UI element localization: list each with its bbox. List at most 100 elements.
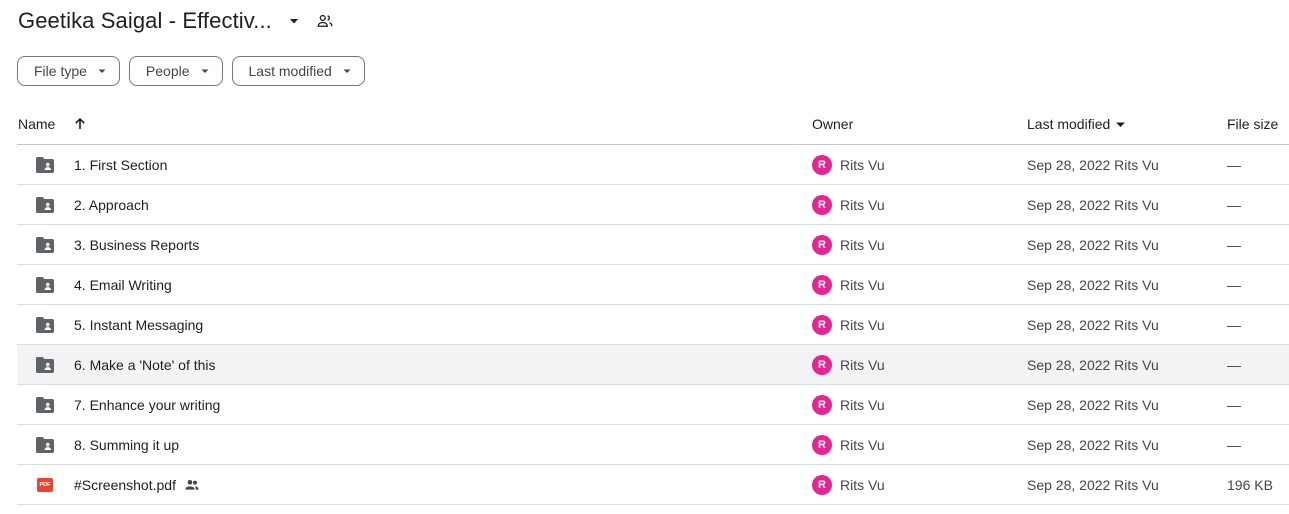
table-row[interactable]: 2. Approach R Rits Vu Sep 28, 2022 Rits Vu — (17, 185, 1289, 225)
file-icon-cell (35, 345, 55, 384)
owner-name: Rits Vu (840, 476, 885, 493)
owner-name: Rits Vu (840, 316, 885, 333)
size-cell: — (1227, 145, 1241, 184)
modified-value: Sep 28, 2022 Rits Vu (1027, 356, 1159, 373)
owner-name: Rits Vu (840, 396, 885, 413)
modified-value: Sep 28, 2022 Rits Vu (1027, 276, 1159, 293)
file-size-value: 196 KB (1227, 476, 1273, 493)
avatar: R (812, 274, 832, 295)
column-owner[interactable]: Owner (812, 104, 853, 144)
column-last-modified[interactable]: Last modified (1027, 104, 1126, 144)
shared-folder-icon (35, 356, 55, 374)
owner-name: Rits Vu (840, 436, 885, 453)
file-name[interactable]: 5. Instant Messaging (74, 317, 203, 333)
column-file-size-label: File size (1227, 116, 1279, 132)
table-row[interactable]: 4. Email Writing R Rits Vu Sep 28, 2022 Rit… (17, 265, 1289, 305)
owner-cell: R Rits Vu (812, 345, 885, 384)
file-name-cell: 5. Instant Messaging (74, 305, 203, 344)
modified-cell: Sep 28, 2022 Rits Vu (1027, 465, 1159, 504)
avatar: R (812, 194, 832, 215)
avatar: R (812, 314, 832, 335)
file-name-cell: 2. Approach (74, 185, 149, 224)
table-row[interactable]: 8. Summing it up R Rits Vu Sep 28, 2022 Rit… (17, 425, 1289, 465)
table-row[interactable]: 7. Enhance your writing R Rits Vu Sep 28, 2… (17, 385, 1289, 425)
owner-name: Rits Vu (840, 236, 885, 253)
shared-folder-icon (35, 196, 55, 214)
modified-cell: Sep 28, 2022 Rits Vu (1027, 185, 1159, 224)
file-name[interactable]: 7. Enhance your writing (74, 397, 220, 413)
modified-cell: Sep 28, 2022 Rits Vu (1027, 305, 1159, 344)
modified-cell: Sep 28, 2022 Rits Vu (1027, 225, 1159, 264)
table-row[interactable]: 5. Instant Messaging R Rits Vu Sep 28, 2022… (17, 305, 1289, 345)
file-name-cell: 3. Business Reports (74, 225, 199, 264)
table-row[interactable]: 3. Business Reports R Rits Vu Sep 28, 2022 … (17, 225, 1289, 265)
file-name-cell: 8. Summing it up (74, 425, 179, 464)
modified-cell: Sep 28, 2022 Rits Vu (1027, 265, 1159, 304)
file-icon-cell (35, 305, 55, 344)
chevron-down-icon[interactable] (282, 9, 306, 33)
owner-name: Rits Vu (840, 196, 885, 213)
column-name[interactable]: Name (18, 104, 87, 144)
file-name[interactable]: 6. Make a 'Note' of this (74, 357, 216, 373)
filter-label: Last modified (248, 63, 332, 79)
file-size-value: — (1227, 196, 1241, 213)
avatar: R (812, 354, 832, 375)
file-name-cell: 7. Enhance your writing (74, 385, 220, 424)
owner-cell: R Rits Vu (812, 305, 885, 344)
file-name-cell: 6. Make a 'Note' of this (74, 345, 216, 384)
file-name-cell: 4. Email Writing (74, 265, 172, 304)
last-modified-filter[interactable]: Last modified (231, 56, 365, 86)
size-cell: — (1227, 265, 1241, 304)
owner-cell: R Rits Vu (812, 145, 885, 184)
file-name[interactable]: #Screenshot.pdf (74, 477, 176, 493)
size-cell: — (1227, 225, 1241, 264)
owner-cell: R Rits Vu (812, 465, 885, 504)
file-type-filter[interactable]: File type (17, 56, 120, 86)
shared-folder-icon (35, 156, 55, 174)
owner-cell: R Rits Vu (812, 185, 885, 224)
shared-folder-icon (35, 436, 55, 454)
owner-name: Rits Vu (840, 156, 885, 173)
file-name[interactable]: 2. Approach (74, 197, 149, 213)
file-icon-cell (35, 185, 55, 224)
shared-folder-icon (35, 236, 55, 254)
modified-value: Sep 28, 2022 Rits Vu (1027, 436, 1159, 453)
table-row[interactable]: 6. Make a 'Note' of this R Rits Vu Sep 28, … (17, 345, 1289, 385)
arrow-up-icon[interactable] (73, 117, 87, 131)
file-name[interactable]: 3. Business Reports (74, 237, 199, 253)
chevron-down-icon (97, 66, 107, 76)
table-row[interactable]: 1. First Section R Rits Vu Sep 28, 2022 Rit… (17, 145, 1289, 185)
chevron-down-icon (342, 66, 352, 76)
owner-cell: R Rits Vu (812, 425, 885, 464)
file-name-cell: 1. First Section (74, 145, 167, 184)
filter-bar: File type People Last modified (17, 56, 365, 86)
column-file-size[interactable]: File size (1227, 104, 1278, 144)
page-title[interactable]: Geetika Saigal - Effectiv... (18, 8, 272, 34)
file-name[interactable]: 8. Summing it up (74, 437, 179, 453)
file-icon-cell (35, 145, 55, 184)
file-table: Name Owner Last modified File size 1. Fi… (17, 104, 1289, 505)
size-cell: — (1227, 185, 1241, 224)
owner-name: Rits Vu (840, 356, 885, 373)
avatar: R (812, 474, 832, 495)
file-name[interactable]: 1. First Section (74, 157, 167, 173)
title-bar: Geetika Saigal - Effectiv... (18, 4, 340, 38)
file-icon-cell (35, 425, 55, 464)
sort-down-icon (1115, 119, 1126, 130)
file-size-value: — (1227, 276, 1241, 293)
people-filter[interactable]: People (128, 56, 223, 86)
avatar: R (812, 154, 832, 175)
file-size-value: — (1227, 236, 1241, 253)
avatar: R (812, 234, 832, 255)
modified-value: Sep 28, 2022 Rits Vu (1027, 156, 1159, 173)
modified-cell: Sep 28, 2022 Rits Vu (1027, 425, 1159, 464)
shared-folder-icon (35, 316, 55, 334)
pdf-file-icon: PDF (37, 477, 53, 492)
size-cell: — (1227, 305, 1241, 344)
file-name[interactable]: 4. Email Writing (74, 277, 172, 293)
filter-label: People (145, 63, 190, 79)
owner-name: Rits Vu (840, 276, 885, 293)
table-row[interactable]: PDF #Screenshot.pdf R Rits Vu Sep 28, 2022 R… (17, 465, 1289, 505)
shared-people-icon[interactable] (310, 6, 340, 36)
file-icon-cell (35, 225, 55, 264)
